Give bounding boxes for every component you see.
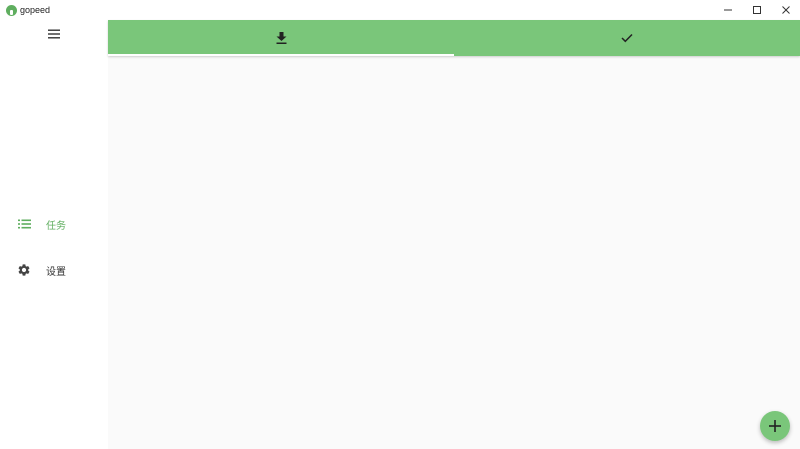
sidebar-item-settings[interactable]: 设置 — [0, 255, 108, 285]
sidebar-item-label: 设置 — [46, 266, 66, 278]
minimize-icon — [723, 9, 732, 11]
maximize-icon — [752, 6, 761, 14]
maximize-button[interactable] — [742, 0, 771, 20]
app-window: gopeed 任务 设置 — [0, 0, 800, 449]
window-controls — [713, 0, 800, 20]
list-icon — [16, 216, 32, 232]
sidebar-item-tasks[interactable]: 任务 — [0, 209, 108, 239]
title-bar: gopeed — [0, 0, 800, 20]
close-button[interactable] — [771, 0, 800, 20]
window-title: gopeed — [20, 5, 51, 15]
minimize-button[interactable] — [713, 0, 742, 20]
add-task-button[interactable] — [760, 411, 790, 441]
sidebar-item-label: 任务 — [46, 220, 66, 232]
close-icon — [781, 6, 790, 14]
menu-button[interactable] — [42, 24, 66, 44]
tab-downloading[interactable] — [108, 20, 454, 56]
tab-completed[interactable] — [454, 20, 800, 56]
tab-bar — [108, 20, 800, 56]
download-icon — [276, 32, 286, 44]
main-content — [108, 20, 800, 449]
app-logo-icon — [6, 4, 17, 16]
hamburger-menu-icon — [48, 29, 60, 39]
gear-icon — [16, 262, 32, 278]
check-icon — [621, 33, 633, 43]
add-icon — [769, 420, 781, 432]
sidebar: 任务 设置 — [0, 20, 108, 449]
